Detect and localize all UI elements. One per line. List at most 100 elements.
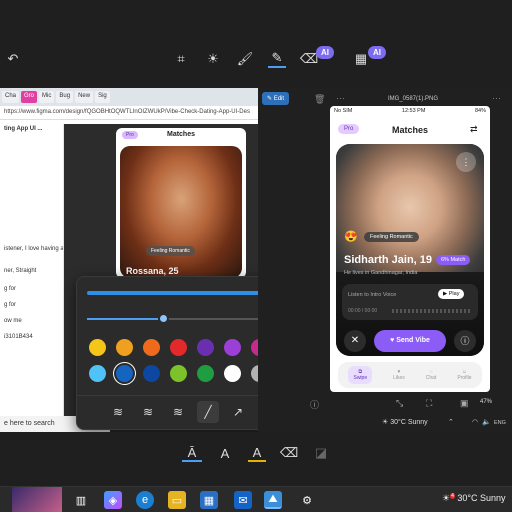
nav-swipe[interactable]: ⧉ Swipe — [348, 366, 373, 384]
audio-time: 00:00 / 00:00 — [348, 308, 378, 314]
profile-name: Sidharth Jain, 19 — [344, 254, 433, 266]
send-vibe-button[interactable]: ♥ Send Vibe — [374, 330, 446, 352]
figma-phone-frame: Pro Matches Feeling Romantic — [116, 128, 246, 278]
waveform — [392, 309, 472, 313]
phone-screenshot: No SIM 12:53 PM 84% Pro Matches ⇄ ⋮ 😍 Fe… — [330, 106, 490, 392]
ruler-icon[interactable]: ◪ — [312, 444, 330, 462]
profile-photo — [120, 146, 242, 278]
color-swatch[interactable] — [224, 339, 241, 356]
color-swatch[interactable] — [143, 339, 160, 356]
task-view-icon[interactable]: ▥ — [72, 491, 90, 509]
weather-temp: 30°C — [457, 493, 478, 503]
photos-app-icon[interactable]: ⛰ — [264, 491, 282, 509]
sidebar-line: g for — [4, 302, 17, 308]
feeling-chip: Feeling Romantic — [146, 246, 195, 256]
tray-language[interactable]: ENG — [494, 420, 506, 426]
undo-icon[interactable]: ↶ — [4, 50, 22, 68]
smoothing-high-icon[interactable]: ≋ — [167, 401, 189, 423]
color-swatch[interactable] — [89, 365, 106, 382]
dismiss-button[interactable]: ✕ — [344, 330, 366, 352]
browser-tab[interactable]: Mic — [39, 91, 55, 103]
color-swatch[interactable] — [197, 339, 214, 356]
nav-label: Profile — [457, 375, 472, 381]
line-tool-icon[interactable]: ╱ — [197, 401, 219, 423]
size-slider-thumb[interactable] — [158, 313, 169, 324]
clock: 12:53 PM — [401, 108, 426, 114]
browser-tab[interactable]: New — [75, 91, 94, 103]
page-title: Matches — [166, 131, 195, 138]
file-explorer-icon[interactable]: ▭ — [168, 491, 186, 509]
edit-button[interactable]: ✎ Edit — [262, 92, 290, 105]
filter-icon[interactable]: ⇄ — [470, 124, 478, 135]
taskbar-weather[interactable]: ☀4 30°C Sunny — [442, 493, 506, 504]
weather-cond: Sunny — [480, 493, 506, 503]
fullscreen-icon[interactable]: ⛶ — [426, 398, 432, 409]
photo-editor-toolbar: ↶ ⌗ ☀ 🖌 ✎ ⌫ AI ▦ AI — [0, 0, 512, 88]
crop-icon[interactable]: ⌗ — [172, 50, 190, 68]
color-swatch[interactable] — [170, 339, 187, 356]
sidebar-line[interactable]: ting App UI ... — [0, 124, 63, 134]
emoji-icon: 😍 — [344, 231, 358, 243]
more-icon[interactable]: ··· — [492, 93, 501, 103]
page-title: Matches — [391, 125, 428, 135]
match-badge: 6% Match — [436, 255, 471, 265]
store-icon[interactable]: ▦ — [200, 491, 218, 509]
color-brush-icon[interactable]: 🖌 — [236, 50, 254, 68]
nav-chat[interactable]: ◌ Chat — [426, 369, 437, 381]
smoothing-mid-icon[interactable]: ≋ — [137, 401, 159, 423]
pen-tool-icon[interactable]: Ā — [182, 444, 202, 462]
zoom-level[interactable]: 47% — [480, 399, 492, 405]
color-swatch[interactable] — [143, 365, 160, 382]
file-name: IMG_0587(1).PNG — [388, 96, 439, 102]
info-icon[interactable]: ⓘ — [310, 398, 319, 411]
tray-chevron-icon[interactable]: ⌃ — [448, 418, 454, 426]
browser-tab[interactable]: Bug — [56, 91, 74, 103]
markup-tool-bar: Ā A A ⌫ ◪ — [0, 432, 512, 486]
mail-icon[interactable]: ✉ — [234, 491, 252, 509]
status-bar: No SIM 12:53 PM 84% — [330, 106, 490, 118]
play-button[interactable]: ▶ Play — [438, 289, 465, 299]
browser-tab[interactable]: Cha — [2, 91, 20, 103]
smoothing-low-icon[interactable]: ≋ — [107, 401, 129, 423]
nav-profile[interactable]: ☺ Profile — [457, 369, 471, 381]
arrow-tool-icon[interactable]: ↗ — [227, 401, 249, 423]
settings-icon[interactable]: ⚙ — [298, 491, 316, 509]
desktop-thumbnail[interactable] — [12, 487, 62, 512]
pen-markup-icon[interactable]: ✎ — [268, 50, 286, 68]
color-swatch[interactable] — [170, 365, 187, 382]
more-options-icon[interactable]: ⋮ — [456, 152, 476, 172]
bottom-nav: ⧉ Swipe ♥ Likes ◌ Chat ☺ Profile — [338, 362, 482, 388]
fit-icon[interactable]: ⤡ — [396, 398, 403, 409]
fill-icon[interactable]: ▣ — [460, 398, 469, 409]
info-button[interactable]: ⓘ — [454, 330, 476, 352]
nav-label: Chat — [425, 375, 437, 381]
location-text: He lives in Gandhinagar, India — [344, 270, 418, 276]
weather-widget[interactable]: ☀ 30°C Sunny — [382, 418, 428, 426]
battery: 84% — [474, 108, 486, 114]
brightness-icon[interactable]: ☀ — [204, 50, 222, 68]
size-slider-fill — [87, 318, 163, 320]
eraser-icon[interactable]: ⌫ — [280, 444, 298, 462]
browser-tab[interactable]: Sig — [95, 91, 110, 103]
carrier: No SIM — [334, 108, 353, 114]
sidebar-line: istener, I love having a go — [4, 246, 63, 252]
profile-card[interactable]: ⋮ 😍 Feeling Romantic Sidharth Jain, 19 6… — [336, 144, 484, 356]
copilot-icon[interactable]: ◈ — [104, 491, 122, 509]
feeling-chip: Feeling Romantic — [364, 232, 419, 242]
ai-badge: AI — [316, 46, 334, 59]
color-swatch[interactable] — [197, 365, 214, 382]
nav-likes[interactable]: ♥ Likes — [393, 369, 405, 381]
color-swatch[interactable] — [224, 365, 241, 382]
delete-icon[interactable]: 🗑 — [314, 94, 325, 105]
color-swatch[interactable] — [116, 339, 133, 356]
tray-volume-icon[interactable]: 🔈 — [482, 418, 491, 426]
pen-tool-alt-icon[interactable]: A — [216, 444, 234, 462]
browser-tab-active[interactable]: Gro — [21, 91, 38, 103]
more-icon[interactable]: ··· — [336, 93, 345, 103]
highlighter-icon[interactable]: A — [248, 444, 266, 462]
color-swatch[interactable] — [116, 365, 133, 382]
sidebar-line: ner, Straight — [4, 268, 37, 274]
color-swatch[interactable] — [89, 339, 106, 356]
edge-icon[interactable]: e — [136, 491, 154, 509]
address-bar[interactable]: https://www.figma.com/design/fQGOBHtOQWT… — [0, 106, 258, 120]
